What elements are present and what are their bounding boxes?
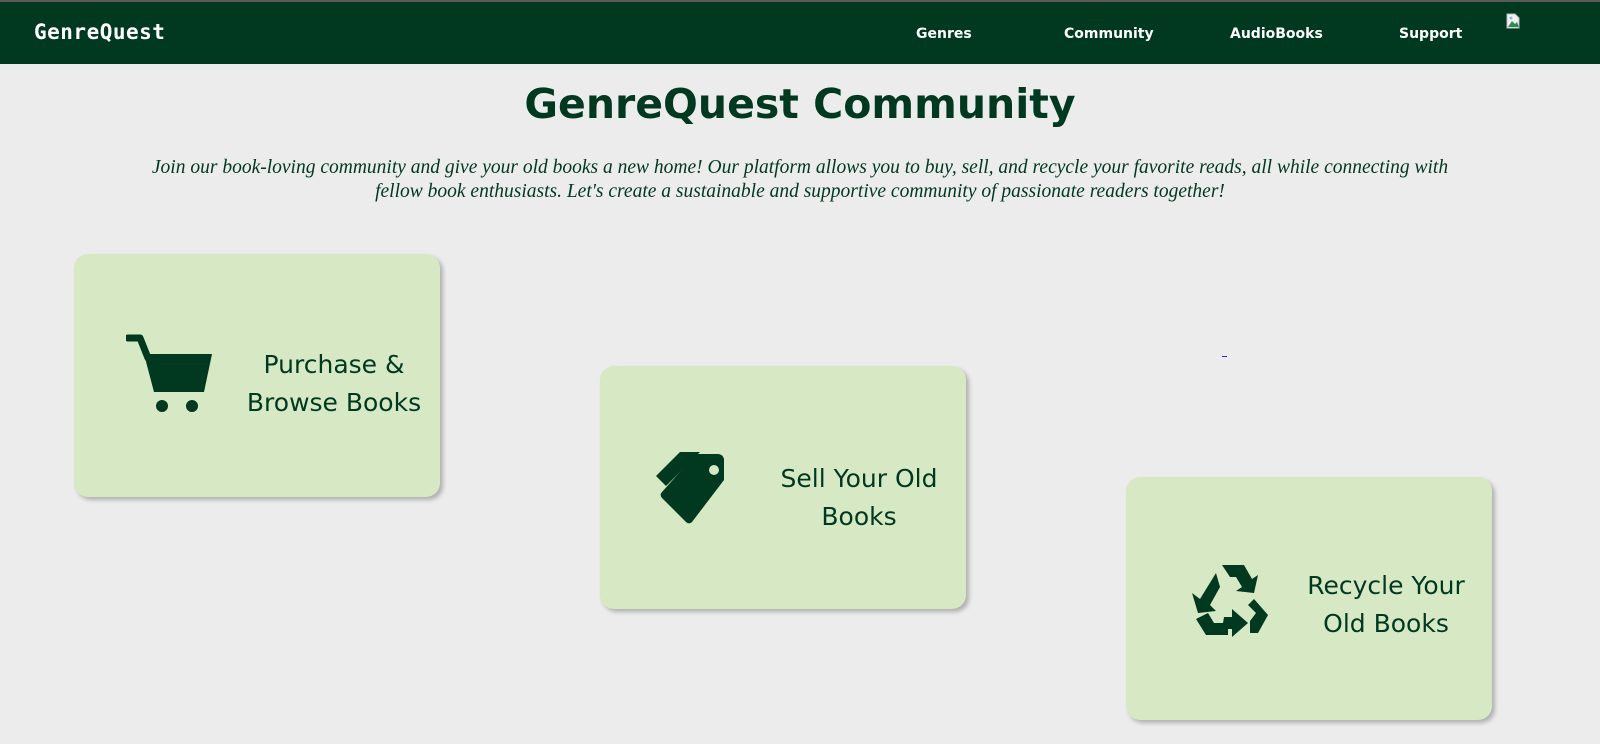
navbar: GenreQuest Genres Community AudioBooks S…: [0, 2, 1600, 64]
card-label: Purchase & Browse Books: [246, 350, 422, 417]
nav-genres[interactable]: Genres: [916, 26, 972, 42]
card-label: Recycle Your Old Books: [1307, 571, 1465, 638]
nav-support[interactable]: Support: [1399, 26, 1462, 42]
broken-image-icon[interactable]: [1505, 13, 1521, 29]
card-recycle-books[interactable]: Recycle Your Old Books: [1126, 477, 1492, 720]
card-sell-books[interactable]: Sell Your Old Books: [600, 366, 966, 609]
nav-audiobooks[interactable]: AudioBooks: [1230, 26, 1323, 42]
price-tags-icon: [656, 452, 724, 524]
page-title: GenreQuest Community: [524, 80, 1076, 128]
intro-text: Join our book-loving community and give …: [151, 157, 1449, 202]
card-label: Sell Your Old Books: [780, 464, 938, 531]
card-purchase-browse[interactable]: Purchase & Browse Books: [74, 254, 440, 497]
recycle-icon: [1192, 565, 1268, 637]
brand-logo[interactable]: GenreQuest: [34, 20, 165, 44]
nav-community[interactable]: Community: [1064, 26, 1154, 42]
shopping-cart-icon: [126, 334, 212, 412]
stray-link-fragment[interactable]: [1222, 356, 1227, 357]
